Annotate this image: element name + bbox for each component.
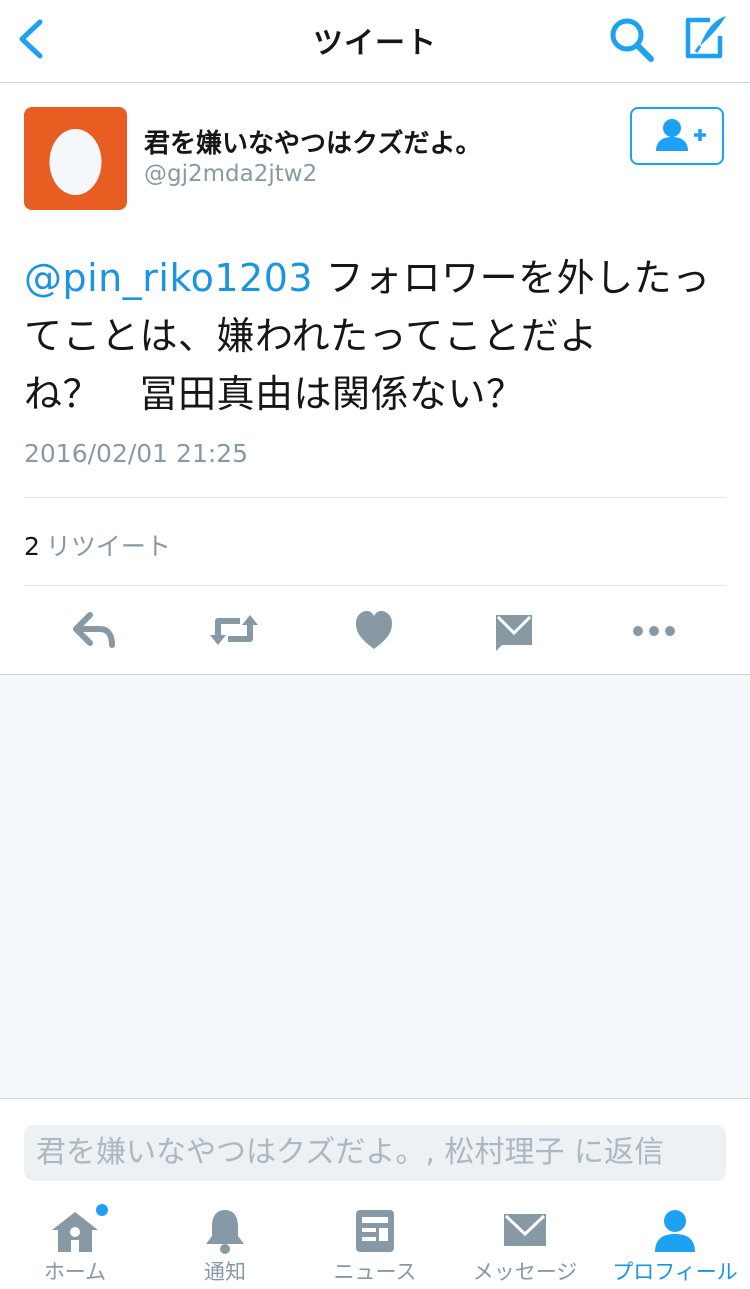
retweet-button[interactable] xyxy=(204,605,264,655)
avatar[interactable] xyxy=(24,107,127,210)
tab-notifications[interactable]: 通知 xyxy=(150,1200,300,1288)
notification-dot xyxy=(96,1204,108,1216)
like-button[interactable] xyxy=(344,605,404,655)
tab-label: メッセージ xyxy=(472,1260,578,1284)
follow-button[interactable] xyxy=(630,107,724,165)
compose-icon xyxy=(685,16,726,59)
envelope-icon xyxy=(496,615,532,651)
search-icon xyxy=(610,18,654,62)
tweet-text-line-3: ね？ 冨田真由は関係ない？ xyxy=(24,372,525,416)
egg-avatar-icon xyxy=(49,129,102,195)
tab-label: ホーム xyxy=(43,1260,107,1284)
more-dots-icon xyxy=(633,626,675,636)
user-handle[interactable]: @gj2mda2jtw2 xyxy=(144,161,317,187)
tab-profile[interactable]: プロフィール xyxy=(600,1200,750,1288)
bell-icon xyxy=(206,1210,244,1254)
reply-button[interactable] xyxy=(64,605,124,655)
tab-news[interactable]: ニュース xyxy=(300,1200,450,1288)
tab-messages[interactable]: メッセージ xyxy=(450,1200,600,1288)
tab-label: プロフィール xyxy=(612,1260,738,1284)
retweet-count-number: 2 xyxy=(24,532,40,561)
add-user-icon xyxy=(656,119,706,151)
tweet-timestamp: 2016/02/01 21:25 xyxy=(24,439,249,468)
tweet-text-line-2: てことは、嫌われたってことだよ xyxy=(24,314,598,358)
mention-link[interactable]: @pin_riko1203 xyxy=(24,256,313,300)
more-button[interactable] xyxy=(624,605,684,655)
home-icon xyxy=(52,1212,98,1252)
divider xyxy=(24,585,726,586)
tab-home[interactable]: ホーム xyxy=(0,1200,150,1288)
envelope-icon xyxy=(504,1214,546,1246)
retweet-icon xyxy=(210,615,258,645)
top-nav-bar: ツイート xyxy=(0,0,750,83)
retweet-count[interactable]: 2 リツイート xyxy=(24,527,171,563)
person-icon xyxy=(655,1210,695,1252)
tab-label: ニュース xyxy=(333,1260,417,1284)
news-icon xyxy=(356,1210,394,1252)
display-name[interactable]: 君を嫌いなやつはクズだよ。 xyxy=(144,123,481,160)
direct-message-button[interactable] xyxy=(484,605,544,655)
tweet-text-segment: フォロワーを外したっ xyxy=(313,256,711,300)
divider xyxy=(24,497,726,498)
reply-input[interactable]: 君を嫌いなやつはクズだよ。, 松村理子 に返信 xyxy=(24,1125,726,1181)
tweet-detail: 君を嫌いなやつはクズだよ。 @gj2mda2jtw2 @pin_riko1203… xyxy=(0,83,750,675)
search-button[interactable] xyxy=(606,14,658,66)
reply-icon xyxy=(73,612,115,648)
tab-label: 通知 xyxy=(204,1260,246,1284)
tweet-text: @pin_riko1203 フォロワーを外したっ てことは、嫌われたってことだよ… xyxy=(24,249,724,423)
heart-icon xyxy=(356,611,392,649)
tweet-text-line-1: @pin_riko1203 フォロワーを外したっ xyxy=(24,249,724,307)
retweet-count-label: リツイート xyxy=(45,532,171,561)
compose-button[interactable] xyxy=(680,12,732,64)
